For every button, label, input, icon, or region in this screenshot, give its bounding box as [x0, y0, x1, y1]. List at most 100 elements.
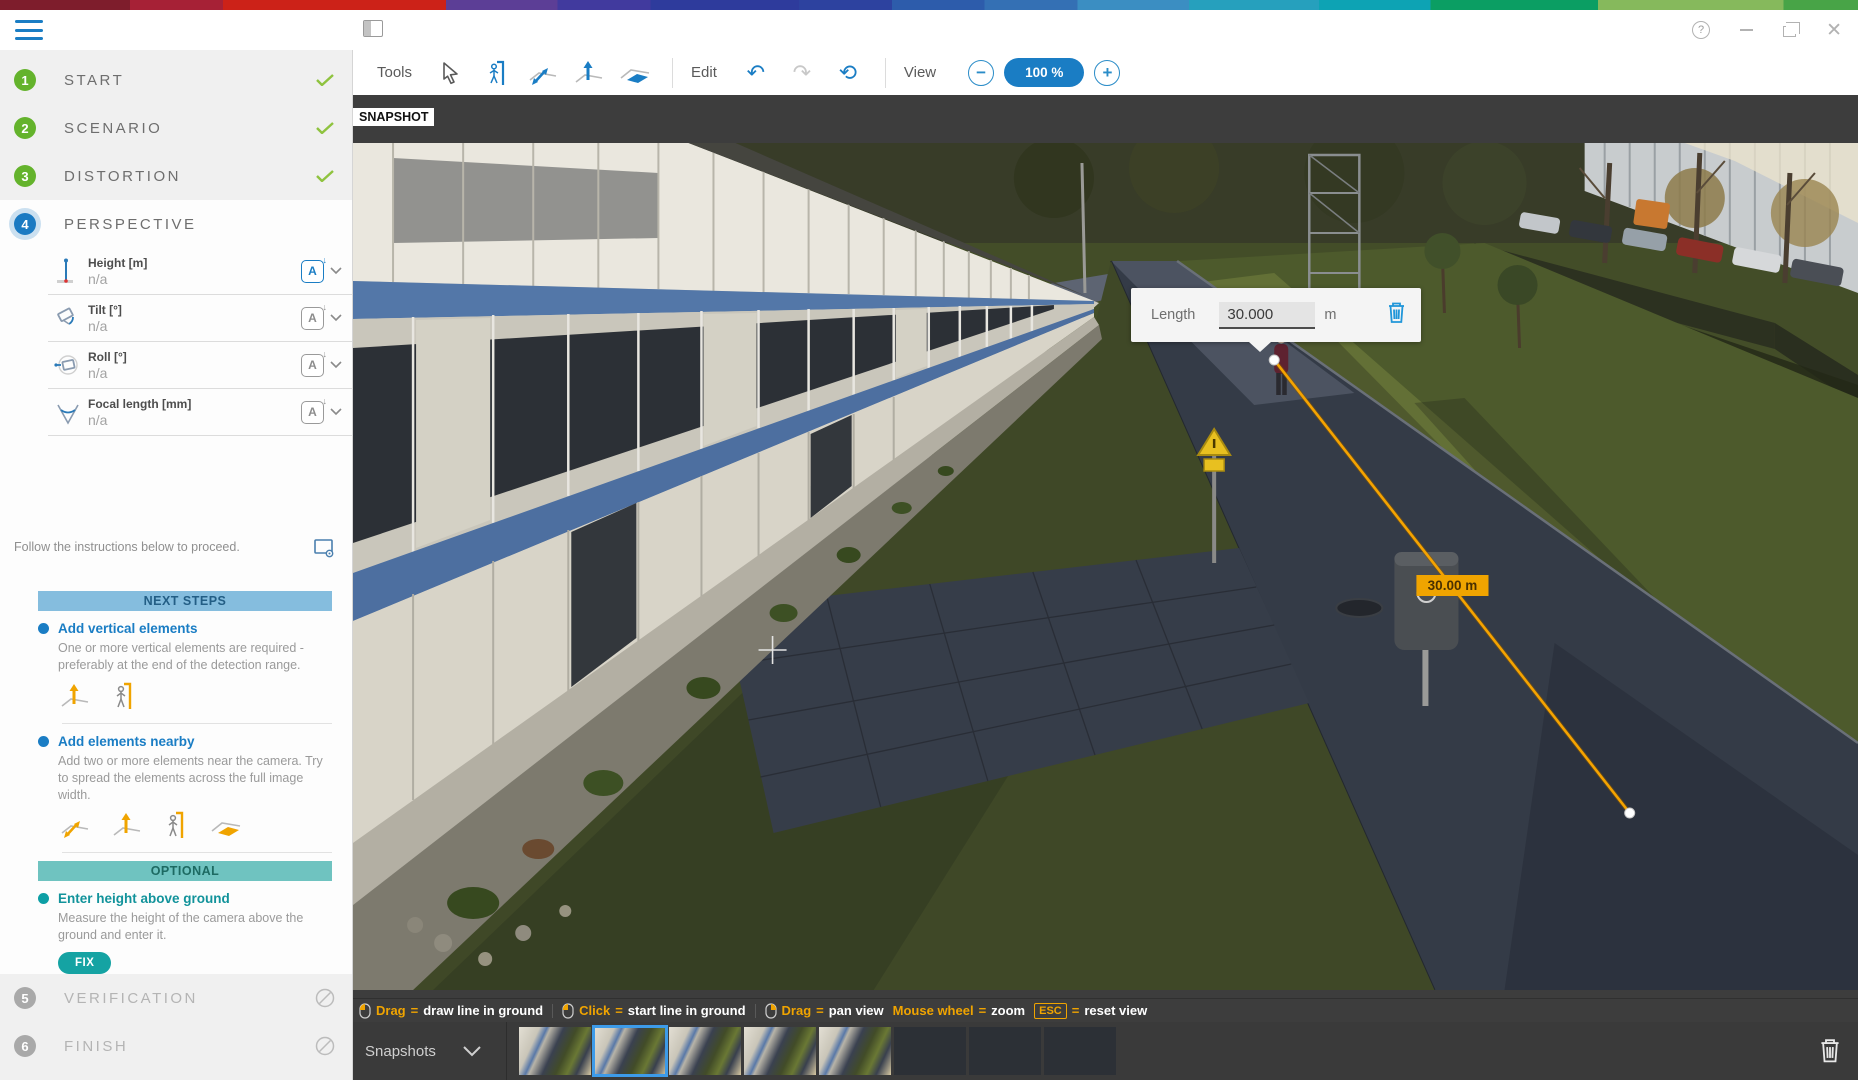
- zoom-out-button[interactable]: −: [968, 60, 994, 86]
- perspective-parameters: Height [m] n/a A↓ Tilt [°] n/a: [0, 248, 352, 436]
- close-icon[interactable]: ✕: [1826, 21, 1842, 40]
- sidebar-item-scenario[interactable]: 2 SCENARIO: [0, 104, 352, 152]
- hint-statusbar: Drag= draw line in ground Click= start l…: [353, 998, 1858, 1022]
- step-number: 1: [14, 69, 36, 91]
- ground-line-icon: [60, 811, 90, 844]
- ground-line-tool[interactable]: [526, 56, 560, 90]
- chevron-down-icon[interactable]: [330, 309, 342, 327]
- step-label: DISTORTION: [64, 168, 312, 185]
- select-cursor-tool[interactable]: [434, 56, 468, 90]
- vertical-line-tool[interactable]: [572, 56, 606, 90]
- person-element-tool[interactable]: [480, 56, 514, 90]
- step-label: FINISH: [64, 1038, 312, 1055]
- main-toolbar: Tools Edit ↶ ↷ ⟲ View − 100 %: [353, 50, 1858, 95]
- snapshot-thumbnail[interactable]: [819, 1027, 891, 1075]
- hint-esc-reset: ESC= reset view: [1034, 1003, 1147, 1019]
- instructions-intro: Follow the instructions below to proceed…: [14, 536, 312, 554]
- snapshot-thumbnail[interactable]: [669, 1027, 741, 1075]
- snapshot-slot-empty: [894, 1027, 966, 1075]
- app-header: ? ✕: [0, 10, 1858, 50]
- vertical-arrow-icon: [60, 682, 90, 715]
- step-label: PERSPECTIVE: [64, 216, 312, 233]
- param-value[interactable]: n/a: [88, 365, 301, 381]
- param-value[interactable]: n/a: [88, 318, 301, 334]
- line-endpoint[interactable]: [1269, 355, 1279, 365]
- esc-key-icon: ESC: [1034, 1003, 1067, 1019]
- step-number: 2: [14, 117, 36, 139]
- ground-plane-tool[interactable]: [618, 56, 652, 90]
- sidebar-item-distortion[interactable]: 3 DISTORTION: [0, 152, 352, 200]
- sidebar-item-perspective[interactable]: 4 PERSPECTIVE: [0, 200, 352, 248]
- zoom-in-button[interactable]: +: [1094, 60, 1120, 86]
- chevron-down-icon[interactable]: [330, 356, 342, 374]
- length-badge-text: 30.00 m: [1428, 578, 1478, 593]
- toolbar-divider: [885, 58, 886, 88]
- auto-button[interactable]: A↓: [301, 307, 324, 330]
- minimize-icon[interactable]: [1740, 29, 1753, 31]
- param-label: Height [m]: [88, 256, 301, 270]
- auto-button[interactable]: A↓: [301, 260, 324, 283]
- param-value[interactable]: n/a: [88, 412, 301, 428]
- brand-color-strip: [0, 0, 1858, 10]
- hint-drag-draw: Drag= draw line in ground: [359, 1003, 543, 1019]
- height-icon: [48, 256, 88, 286]
- tools-label: Tools: [377, 64, 412, 81]
- menu-icon[interactable]: [15, 20, 43, 40]
- param-row-height: Height [m] n/a A↓: [48, 248, 352, 295]
- restore-window-icon[interactable]: [1783, 26, 1796, 37]
- auto-button[interactable]: A↓: [301, 401, 324, 424]
- focal-length-icon: [48, 397, 88, 427]
- display-settings-icon[interactable]: [312, 536, 336, 565]
- snapshot-thumbnail-selected[interactable]: [594, 1027, 666, 1075]
- step-label: VERIFICATION: [64, 990, 312, 1007]
- step-label: START: [64, 72, 312, 89]
- help-icon[interactable]: ?: [1692, 21, 1710, 39]
- sidebar-item-verification[interactable]: 5 VERIFICATION: [0, 974, 352, 1022]
- calibration-canvas[interactable]: SNAPSHOT: [353, 95, 1858, 998]
- sidebar-item-start[interactable]: 1 START: [0, 56, 352, 104]
- snapshot-thumbnail[interactable]: [744, 1027, 816, 1075]
- snapshots-label: Snapshots: [365, 1043, 436, 1060]
- delete-snapshot-trash-icon[interactable]: [1818, 1037, 1842, 1069]
- snapshot-slot-empty: [969, 1027, 1041, 1075]
- fix-button[interactable]: FIX: [58, 952, 111, 974]
- length-popup: Length m: [1131, 288, 1421, 342]
- param-label: Focal length [mm]: [88, 397, 301, 411]
- sidebar-item-finish[interactable]: 6 FINISH: [0, 1022, 352, 1070]
- redo-button[interactable]: ↷: [785, 56, 819, 90]
- person-element-icon: [164, 811, 188, 844]
- bullet-icon: [38, 736, 49, 747]
- check-icon: [312, 74, 338, 86]
- bullet-icon: [38, 623, 49, 634]
- not-available-icon: [312, 988, 338, 1008]
- auto-button[interactable]: A↓: [301, 354, 324, 377]
- mouse-right-icon: [765, 1003, 777, 1019]
- perspective-section: 4 PERSPECTIVE Height [m] n/a A↓: [0, 200, 352, 974]
- step-number: 6: [14, 1035, 36, 1057]
- vertical-arrow-icon: [112, 811, 142, 844]
- length-label: Length: [1151, 307, 1195, 323]
- length-input[interactable]: [1219, 302, 1315, 329]
- undo-button[interactable]: ↶: [739, 56, 773, 90]
- instruction-height-above-ground: Enter height above ground Measure the he…: [38, 891, 332, 974]
- param-value[interactable]: n/a: [88, 271, 301, 287]
- optional-banner: OPTIONAL: [38, 861, 332, 881]
- bullet-icon: [38, 893, 49, 904]
- chevron-down-icon[interactable]: [330, 262, 342, 280]
- param-row-tilt: Tilt [°] n/a A↓: [48, 295, 352, 342]
- line-endpoint[interactable]: [1625, 808, 1635, 818]
- ground-plane-icon: [210, 811, 242, 844]
- snapshots-bar: Snapshots: [353, 1022, 1858, 1080]
- snapshot-slot-empty: [1044, 1027, 1116, 1075]
- tilt-icon: [48, 303, 88, 333]
- reset-button[interactable]: ⟲: [831, 56, 865, 90]
- view-label: View: [904, 64, 936, 81]
- camera-snapshot-image[interactable]: 30.00 m: [353, 143, 1858, 990]
- sidebar-toggle-icon[interactable]: [363, 20, 383, 37]
- chevron-down-icon[interactable]: [330, 403, 342, 421]
- snapshot-thumbnail[interactable]: [519, 1027, 591, 1075]
- delete-line-trash-icon[interactable]: [1386, 301, 1407, 329]
- not-available-icon: [312, 1036, 338, 1056]
- chevron-down-icon[interactable]: [462, 1044, 482, 1062]
- param-row-roll: Roll [°] n/a A↓: [48, 342, 352, 389]
